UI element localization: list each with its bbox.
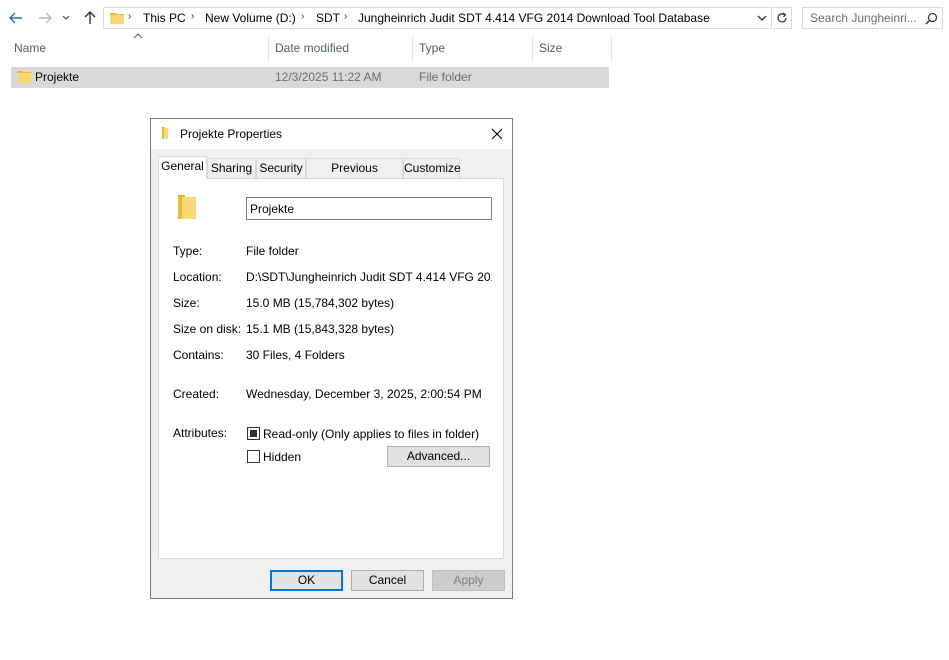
readonly-label[interactable]: Read-only (Only applies to files in fold…: [263, 427, 479, 441]
file-row-projekte[interactable]: Projekte 12/3/2025 11:22 AM File folder: [11, 67, 609, 88]
column-header-date-modified[interactable]: Date modified: [271, 36, 411, 60]
breadcrumb-separator: ›: [128, 11, 132, 22]
folder-icon: [162, 127, 168, 139]
size-on-disk-value: 15.1 MB (15,843,328 bytes): [246, 322, 395, 336]
ok-button[interactable]: OK: [270, 570, 343, 591]
breadcrumb-this-pc[interactable]: This PC: [143, 11, 186, 25]
refresh-button[interactable]: [773, 7, 792, 29]
column-header-name[interactable]: Name: [10, 36, 268, 60]
folder-icon: [110, 13, 124, 24]
general-tab-panel: Type: File folder Location: D:\SDT\Jungh…: [158, 178, 504, 559]
tab-previous-versions[interactable]: Previous Versions: [306, 158, 403, 193]
folder-name-field[interactable]: [246, 197, 492, 220]
tab-sharing[interactable]: Sharing: [207, 158, 256, 178]
location-label: Location:: [173, 270, 222, 284]
recent-locations-button[interactable]: [59, 8, 73, 28]
tab-customize[interactable]: Customize: [403, 158, 461, 178]
arrow-left-icon: [9, 12, 22, 24]
breadcrumb-sdt[interactable]: SDT: [316, 11, 340, 25]
size-on-disk-label: Size on disk:: [173, 322, 242, 336]
size-label: Size:: [173, 296, 200, 310]
forward-button[interactable]: [35, 8, 55, 28]
readonly-checkbox[interactable]: [247, 427, 260, 440]
advanced-button[interactable]: Advanced...: [387, 446, 490, 467]
address-bar[interactable]: › This PC › New Volume (D:) › SDT › Jung…: [103, 7, 772, 29]
search-input[interactable]: [810, 11, 920, 25]
back-button[interactable]: [6, 8, 26, 28]
contains-value: 30 Files, 4 Folders: [246, 348, 345, 362]
divider: [173, 231, 491, 232]
column-divider[interactable]: [611, 36, 612, 61]
up-button[interactable]: [80, 8, 100, 28]
close-icon: [491, 128, 503, 140]
breadcrumb-separator: ›: [301, 11, 305, 22]
size-value: 15.0 MB (15,784,302 bytes): [246, 296, 395, 310]
arrow-right-icon: [39, 12, 52, 24]
close-button[interactable]: [482, 119, 512, 149]
chevron-down-icon: [62, 15, 70, 20]
created-label: Created:: [173, 387, 220, 401]
search-icon: [925, 12, 938, 25]
created-value: Wednesday, December 3, 2025, 2:00:54 PM: [246, 387, 482, 401]
file-name[interactable]: Projekte: [35, 70, 79, 84]
cancel-button[interactable]: Cancel: [351, 570, 424, 591]
file-type: File folder: [419, 70, 472, 84]
properties-dialog: Projekte Properties General Sharing Secu…: [150, 118, 513, 599]
hidden-label[interactable]: Hidden: [263, 450, 301, 464]
column-header-type[interactable]: Type: [415, 36, 531, 60]
column-divider[interactable]: [268, 36, 269, 61]
refresh-icon: [777, 12, 787, 23]
apply-button[interactable]: Apply: [432, 570, 505, 591]
hidden-checkbox[interactable]: [247, 450, 260, 463]
location-value: D:\SDT\Jungheinrich Judit SDT 4.414 VFG …: [246, 270, 492, 284]
contains-label: Contains:: [173, 348, 224, 362]
type-label: Type:: [173, 244, 203, 258]
folder-icon: [17, 71, 31, 83]
column-divider[interactable]: [532, 36, 533, 61]
tab-general[interactable]: General: [158, 156, 207, 179]
divider: [173, 413, 491, 414]
breadcrumb-separator: ›: [344, 11, 348, 22]
attributes-label: Attributes:: [173, 426, 228, 440]
column-header-size[interactable]: Size: [535, 36, 609, 60]
breadcrumb-current-folder[interactable]: Jungheinrich Judit SDT 4.414 VFG 2014 Do…: [358, 11, 710, 25]
search-box[interactable]: [802, 7, 943, 29]
folder-icon: [177, 194, 196, 219]
arrow-up-icon: [84, 11, 96, 24]
chevron-down-icon[interactable]: [756, 12, 768, 24]
column-divider[interactable]: [412, 36, 413, 61]
breadcrumb-separator: ›: [191, 11, 195, 22]
divider: [173, 374, 491, 375]
breadcrumb-new-volume[interactable]: New Volume (D:): [205, 11, 296, 25]
type-value: File folder: [246, 244, 299, 258]
dialog-title-bar[interactable]: Projekte Properties: [151, 119, 512, 149]
file-date-modified: 12/3/2025 11:22 AM: [275, 70, 382, 84]
dialog-title: Projekte Properties: [180, 127, 283, 141]
tab-security[interactable]: Security: [256, 158, 306, 178]
